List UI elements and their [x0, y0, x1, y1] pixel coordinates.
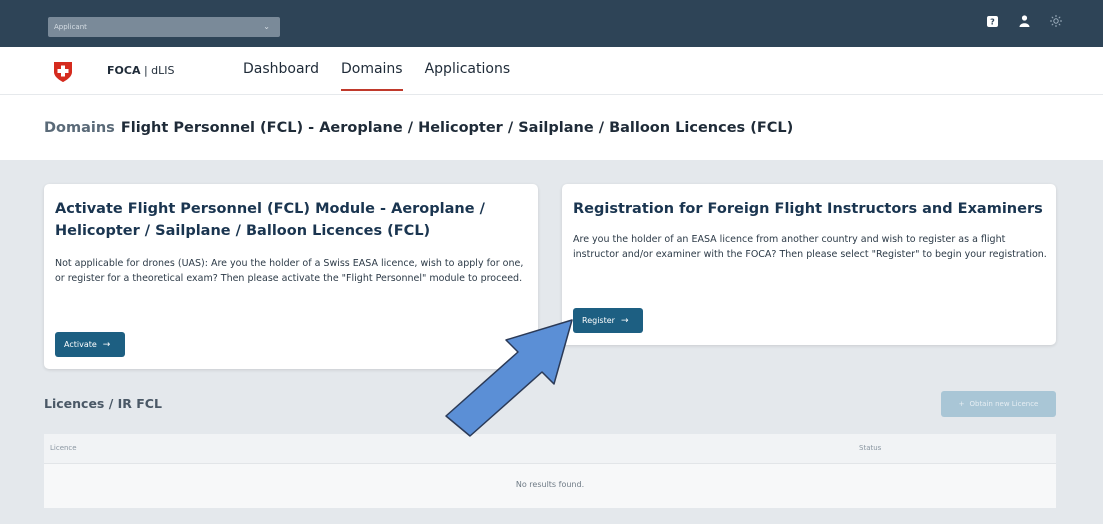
table-body: No results found.: [44, 464, 1056, 508]
brand-name: FOCA: [107, 64, 141, 77]
card-text: Are you the holder of an EASA licence fr…: [573, 234, 1047, 260]
theme-sun-icon[interactable]: [1049, 14, 1063, 28]
role-select[interactable]: Applicant ⌄: [48, 17, 280, 37]
svg-text:?: ?: [990, 17, 995, 26]
card-text: Not applicable for drones (UAS): Are you…: [55, 258, 524, 284]
chevron-down-icon: ⌄: [263, 22, 270, 31]
column-licence[interactable]: Licence: [50, 444, 77, 452]
breadcrumb: Domains Flight Personnel (FCL) - Aeroplan…: [44, 120, 793, 136]
role-select-value: Applicant: [54, 23, 87, 31]
annotation-arrow-icon: [445, 319, 573, 437]
user-icon[interactable]: [1017, 14, 1031, 28]
licences-section-title: Licences / IR FCL: [44, 396, 162, 411]
header: FOCA | dLIS Dashboard Domains Applicatio…: [0, 47, 1103, 95]
nav-domains[interactable]: Domains: [340, 61, 403, 91]
arrow-right-icon: →: [620, 315, 629, 326]
top-icons: ?: [985, 14, 1063, 28]
help-icon[interactable]: ?: [985, 14, 999, 28]
swiss-shield-logo[interactable]: [53, 61, 73, 83]
nav-dashboard[interactable]: Dashboard: [243, 61, 319, 91]
brand: FOCA | dLIS: [107, 64, 175, 77]
breadcrumb-parent[interactable]: Domains: [44, 120, 115, 136]
top-bar: Applicant ⌄ ?: [0, 0, 1103, 47]
column-status[interactable]: Status: [859, 444, 881, 452]
card-title: Registration for Foreign Flight Instruct…: [573, 201, 1043, 217]
plus-icon: +: [958, 400, 965, 408]
obtain-licence-button[interactable]: + Obtain new Licence: [941, 391, 1056, 417]
register-button[interactable]: Register →: [573, 308, 643, 333]
main-nav: Dashboard Domains Applications: [243, 61, 510, 91]
obtain-licence-label: Obtain new Licence: [969, 400, 1039, 408]
nav-applications[interactable]: Applications: [425, 61, 511, 91]
activate-button-label: Activate: [64, 340, 97, 349]
brand-app: | dLIS: [140, 64, 175, 77]
arrow-right-icon: →: [102, 339, 111, 350]
activate-button[interactable]: Activate →: [55, 332, 125, 357]
licences-table: Licence Status No results found.: [44, 434, 1056, 508]
card-title: Activate Flight Personnel (FCL) Module -…: [55, 201, 485, 239]
foreign-instructors-card: Registration for Foreign Flight Instruct…: [562, 184, 1056, 345]
table-header: Licence Status: [44, 434, 1056, 464]
empty-state: No results found.: [515, 480, 585, 489]
register-button-label: Register: [582, 316, 615, 325]
page-title: Flight Personnel (FCL) - Aeroplane / Hel…: [120, 120, 794, 136]
